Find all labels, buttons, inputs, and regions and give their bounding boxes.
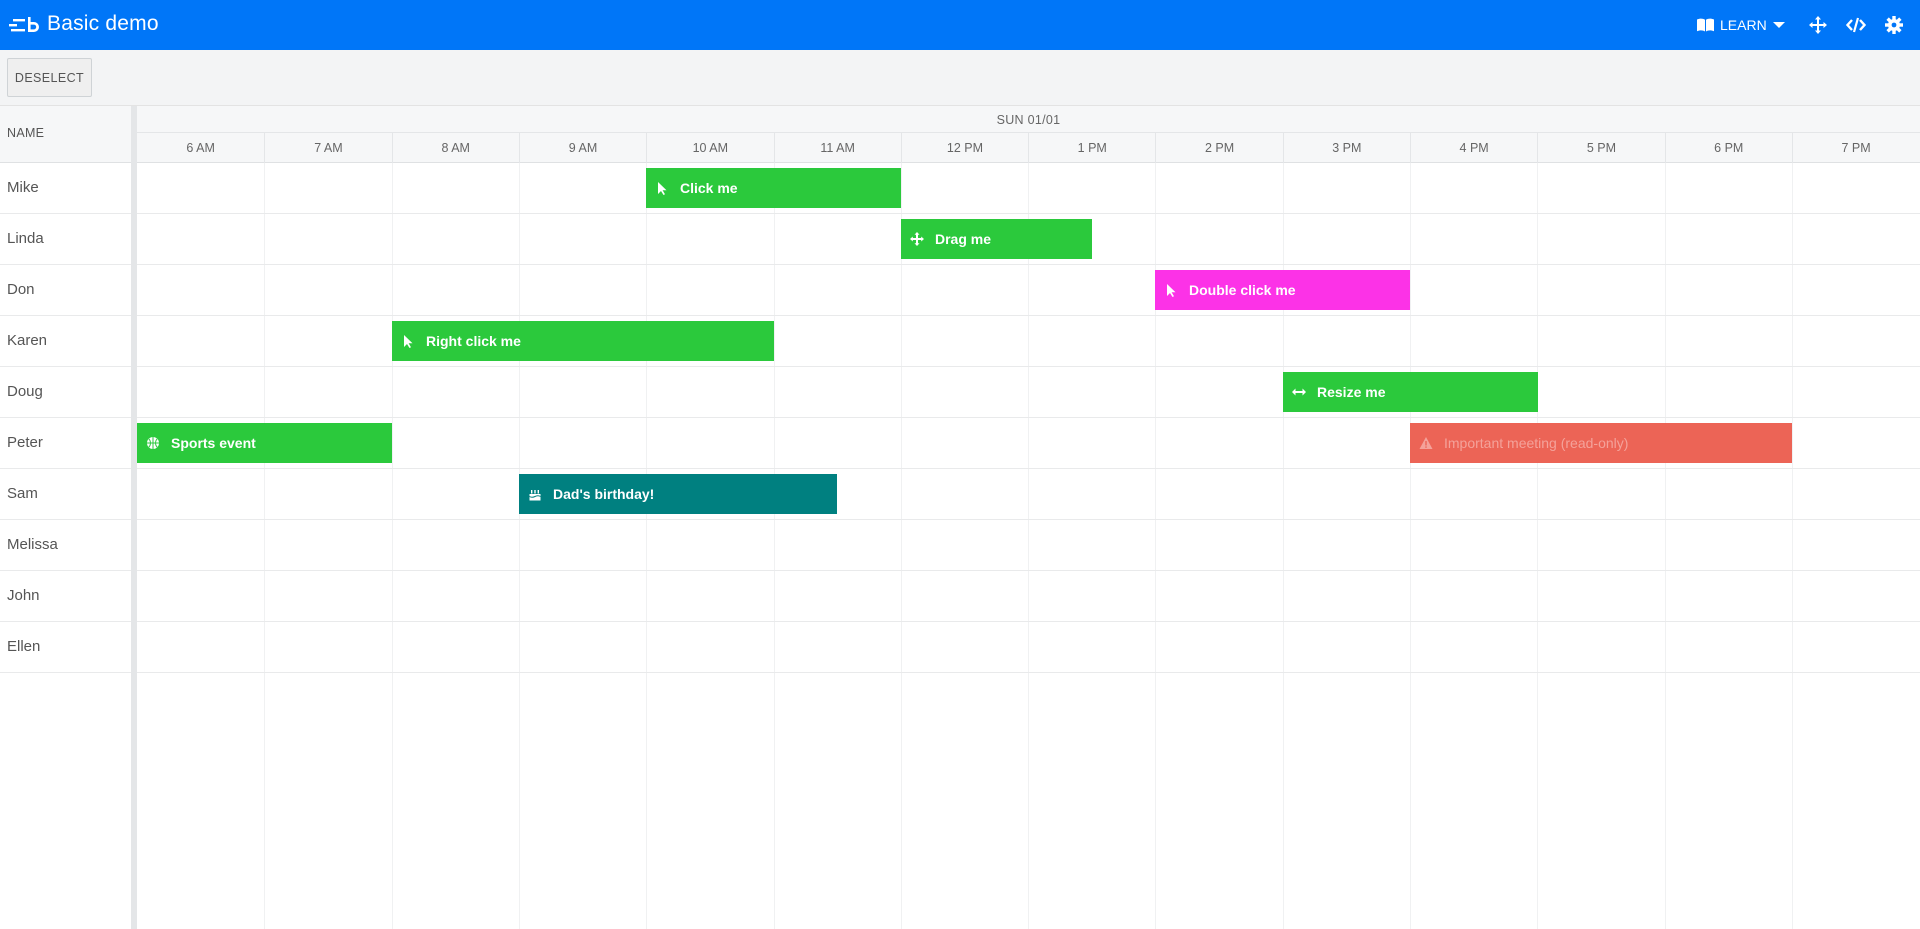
event-bar[interactable]: Dad's birthday! — [519, 474, 837, 514]
app-header: Basic demo LEARN — [0, 0, 1920, 50]
event-name: Click me — [680, 180, 738, 196]
resource-name: Peter — [7, 434, 43, 451]
row-grid-line — [137, 672, 1920, 673]
hour-header-cell: 8 AM — [391, 133, 519, 163]
resource-name: Karen — [7, 332, 48, 349]
hour-header-cell: 5 PM — [1537, 133, 1664, 163]
learn-book-icon — [1697, 18, 1714, 32]
warning-icon — [1419, 437, 1433, 449]
pointer-icon — [658, 182, 667, 195]
hour-grid-line — [901, 163, 902, 929]
resource-row[interactable]: Karen — [0, 316, 131, 367]
resize-arrows-icon — [1292, 388, 1306, 396]
app-title: Basic demo — [47, 12, 159, 35]
hour-header-cell: 4 PM — [1410, 133, 1537, 163]
event-name: Right click me — [426, 333, 521, 349]
row-grid-line — [137, 213, 1920, 214]
hour-header-cell: 6 AM — [186, 141, 215, 155]
event-bar[interactable]: Drag me — [901, 219, 1092, 259]
event-name: Resize me — [1317, 384, 1386, 400]
chevron-down-icon — [1772, 22, 1785, 28]
hour-header-cell: 6 PM — [1664, 133, 1792, 163]
hour-grid-line — [1792, 163, 1793, 929]
pointer-icon — [1167, 284, 1176, 297]
event-name: Important meeting (read-only) — [1444, 435, 1629, 451]
resource-name: Linda — [7, 230, 44, 247]
hour-header-cell: 3 PM — [1282, 133, 1410, 163]
name-column-header-label: NAME — [7, 126, 45, 140]
pointer-icon — [404, 335, 413, 348]
event-bar[interactable]: Right click me — [392, 321, 774, 361]
event-name: Double click me — [1189, 282, 1296, 298]
hour-header-cell: 12 PM — [900, 133, 1028, 163]
event-bar[interactable]: Double click me — [1155, 270, 1410, 310]
row-grid-line — [137, 519, 1920, 520]
resource-row[interactable]: Linda — [0, 214, 131, 265]
resource-name: Melissa — [7, 536, 58, 553]
row-grid-line — [137, 315, 1920, 316]
resource-row[interactable]: Melissa — [0, 520, 131, 571]
basketball-icon — [147, 437, 159, 449]
learn-label: LEARN — [1720, 17, 1767, 33]
hour-header-cell: 1 PM — [1028, 133, 1155, 163]
resource-row[interactable]: Sam — [0, 469, 131, 520]
deselect-button[interactable]: DESELECT — [7, 58, 92, 97]
resource-row[interactable]: Ellen — [0, 622, 131, 673]
hour-grid-line — [1665, 163, 1666, 929]
hour-header-cell: 2 PM — [1155, 133, 1282, 163]
hour-header-cell: 9 AM — [518, 133, 646, 163]
hour-grid-line — [1410, 163, 1411, 929]
gear-icon[interactable] — [1884, 15, 1904, 35]
resource-row[interactable]: Mike — [0, 163, 131, 214]
toolbar: DESELECT — [0, 50, 1920, 106]
birthday-cake-icon — [529, 490, 541, 501]
row-grid-line — [137, 417, 1920, 418]
hour-grid-line — [1028, 163, 1029, 929]
resource-name: John — [7, 587, 40, 604]
resource-name: Mike — [7, 179, 39, 196]
learn-menu-button[interactable]: LEARN — [1697, 14, 1785, 36]
day-label: SUN 01/01 — [996, 113, 1061, 127]
event-name: Sports event — [171, 435, 256, 451]
resource-name: Don — [7, 281, 35, 298]
hour-grid-line — [774, 163, 775, 929]
code-icon[interactable] — [1846, 15, 1866, 35]
schedule-body[interactable]: Click me Drag me Double click me Right clic… — [137, 163, 1920, 929]
resource-row[interactable]: John — [0, 571, 131, 622]
row-grid-line — [137, 621, 1920, 622]
hour-grid-line — [646, 163, 647, 929]
event-bar[interactable]: Resize me — [1283, 372, 1538, 412]
resource-name: Doug — [7, 383, 43, 400]
row-grid-line — [137, 366, 1920, 367]
resource-name: Sam — [7, 485, 38, 502]
event-name: Drag me — [935, 231, 992, 247]
hour-header-cell: 7 PM — [1791, 133, 1919, 163]
resource-row[interactable]: Don — [0, 265, 131, 316]
hour-header-cell: 10 AM — [646, 133, 773, 163]
event-name: Dad's birthday! — [553, 486, 655, 502]
event-bar[interactable]: Sports event — [137, 423, 392, 463]
hour-header-cell: 11 AM — [773, 133, 901, 163]
time-axis-header: SUN 01/01 6 AM 7 AM 8 AM 9 AM 10 AM 11 AM 12 P… — [137, 106, 1920, 163]
resource-grid: NAME Mike Linda Don Karen Doug Peter Sam Meliss… — [0, 106, 131, 929]
resource-name: Ellen — [7, 638, 41, 655]
name-column-header[interactable]: NAME — [0, 106, 131, 163]
hour-grid-line — [392, 163, 393, 929]
scheduler: NAME Mike Linda Don Karen Doug Peter Sam Meliss… — [0, 106, 1920, 929]
row-grid-line — [137, 264, 1920, 265]
fullscreen-move-icon[interactable] — [1808, 15, 1828, 35]
resource-row[interactable]: Doug — [0, 367, 131, 418]
hour-grid-line — [1537, 163, 1538, 929]
hour-header-cell: 7 AM — [264, 133, 391, 163]
event-bar: Important meeting (read-only) — [1410, 423, 1792, 463]
day-header-row: SUN 01/01 — [137, 106, 1920, 133]
row-grid-line — [137, 468, 1920, 469]
move-arrows-icon — [910, 232, 924, 246]
bryntum-logo-icon — [9, 17, 39, 32]
row-grid-line — [137, 570, 1920, 571]
hour-grid-line — [264, 163, 265, 929]
hour-grid-line — [519, 163, 520, 929]
resource-row[interactable]: Peter — [0, 418, 131, 469]
event-bar[interactable]: Click me — [646, 168, 901, 208]
